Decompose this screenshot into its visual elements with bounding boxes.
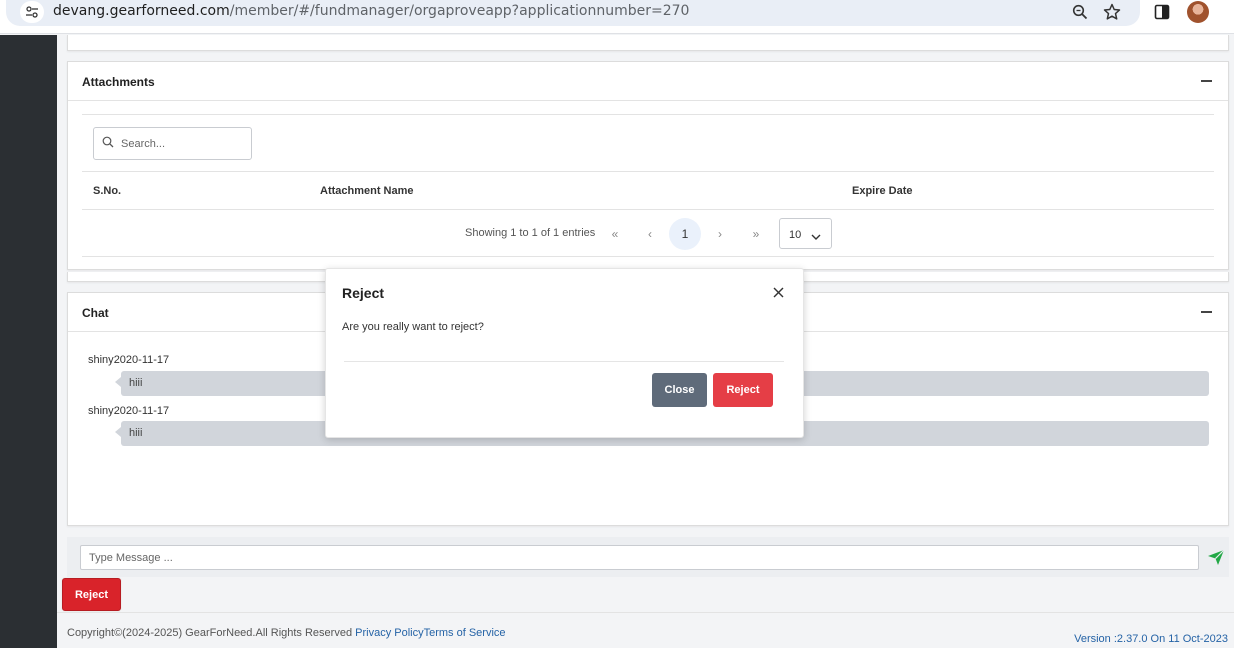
modal-title: Reject [342,285,385,301]
reject-button[interactable]: Reject [62,578,121,611]
pager-info: Showing 1 to 1 of 1 entries [465,227,596,239]
chevron-down-icon [811,230,821,244]
reject-modal: Reject Are you really want to reject? Cl… [325,268,804,438]
message-input[interactable] [80,545,1199,570]
send-icon[interactable] [1207,549,1225,569]
prev-page-button[interactable]: ‹ [634,218,666,250]
message-composer [67,537,1229,577]
collapse-icon[interactable] [1201,80,1212,82]
next-page-button[interactable]: › [704,218,736,250]
url-host: devang.gearforneed.com [53,3,230,19]
chat-date: 2020-11-17 [113,354,170,366]
page-1-button[interactable]: 1 [669,218,701,250]
column-header-sno[interactable]: S.No. [93,185,121,197]
side-panel-icon[interactable] [1152,2,1172,22]
browser-toolbar: devang.gearforneed.com/member/#/fundmana… [0,0,1234,34]
chat-user: shiny [88,354,114,366]
modal-divider [344,361,784,362]
url-path: /member/#/fundmanager/orgaproveapp?appli… [229,3,690,19]
column-header-attachment-name[interactable]: Attachment Name [320,185,414,197]
collapse-icon[interactable] [1201,311,1212,313]
footer: Copyright©(2024-2025) GearForNeed.All Ri… [57,612,1234,648]
last-page-button[interactable]: » [740,218,772,250]
left-sidebar [0,35,57,648]
first-page-button[interactable]: « [599,218,631,250]
attachments-table: S.No. Attachment Name Expire Date Showin… [82,114,1214,257]
chat-meta: shiny2020-11-17 [88,354,169,366]
bookmark-star-icon[interactable] [1102,2,1122,22]
modal-message: Are you really want to reject? [342,321,484,333]
url-text: devang.gearforneed.com/member/#/fundmana… [53,3,689,19]
version-text: Version :2.37.0 On 11 Oct-2023 [1074,633,1228,645]
table-header-row: S.No. Attachment Name Expire Date [82,171,1214,210]
page-size-value: 10 [789,229,802,241]
address-bar[interactable]: devang.gearforneed.com/member/#/fundmana… [6,0,1140,26]
zoom-icon[interactable] [1070,2,1090,22]
close-icon[interactable] [770,284,786,300]
attachments-title: Attachments [82,75,155,89]
attachments-panel: Attachments S.No. Attachment Name Expire… [67,61,1229,270]
site-settings-icon[interactable] [20,1,44,23]
modal-close-button[interactable]: Close [652,373,707,407]
modal-reject-button[interactable]: Reject [713,373,773,407]
search-input[interactable] [121,136,246,152]
chat-date: 2020-11-17 [113,405,170,417]
copyright-text: Copyright©(2024-2025) GearForNeed.All Ri… [67,627,356,639]
chat-text: hiii [129,427,143,439]
attachments-header: Attachments [68,62,1228,101]
privacy-policy-link[interactable]: Privacy Policy [355,627,423,639]
profile-avatar[interactable] [1187,1,1209,23]
chat-text: hiii [129,377,143,389]
pagination: Showing 1 to 1 of 1 entries « ‹ 1 › » 10 [82,210,1214,257]
chat-title: Chat [82,306,109,320]
search-box [93,127,252,160]
chat-meta: shiny2020-11-17 [88,405,169,417]
column-header-expire-date[interactable]: Expire Date [852,185,913,197]
previous-panel-bottom [67,35,1229,51]
terms-of-service-link[interactable]: Terms of Service [424,627,506,639]
search-icon [102,136,114,151]
copyright-line: Copyright©(2024-2025) GearForNeed.All Ri… [67,627,506,639]
page-size-select[interactable]: 10 [779,218,832,249]
chat-user: shiny [88,405,114,417]
